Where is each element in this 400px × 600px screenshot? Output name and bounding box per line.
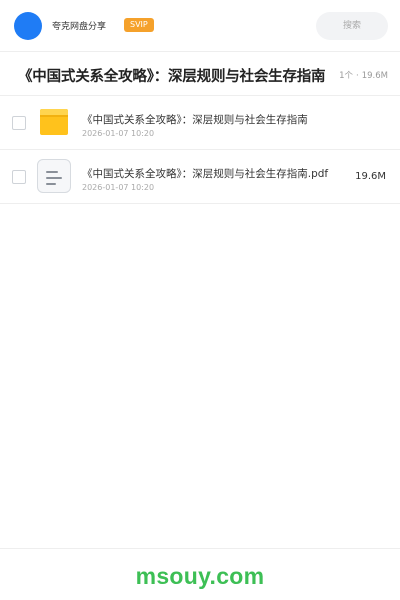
- avatar[interactable]: [14, 12, 42, 40]
- file-size: 19.6M: [355, 171, 386, 182]
- document-icon: [37, 159, 71, 193]
- meta-separator: ·: [356, 71, 359, 81]
- file-date: 2026-01-07 10:20: [82, 129, 155, 138]
- file-name: 《中国式关系全攻略》：深层规则与社会生存指南: [82, 114, 308, 126]
- site-watermark: msouy.com: [135, 563, 265, 589]
- svip-badge: SVIP: [124, 18, 154, 32]
- share-total-size: 19.6M: [361, 71, 388, 81]
- footer-bar: msouy.com: [0, 548, 400, 600]
- folder-icon: [40, 109, 68, 135]
- share-title-bar: 《中国式关系全攻略》：深层规则与社会生存指南 1个 · 19.6M: [0, 52, 400, 96]
- file-row[interactable]: 《中国式关系全攻略》：深层规则与社会生存指南.pdf 2026-01-07 10…: [0, 150, 400, 204]
- search-input[interactable]: 搜索: [316, 12, 388, 40]
- brand-name: 夸克网盘分享: [52, 22, 107, 32]
- file-row[interactable]: 《中国式关系全攻略》：深层规则与社会生存指南 2026-01-07 10:20: [0, 96, 400, 150]
- file-checkbox[interactable]: [12, 170, 26, 184]
- header-bar: 夸克网盘分享 SVIP 搜索: [0, 0, 400, 52]
- page-title: 《中国式关系全攻略》：深层规则与社会生存指南: [18, 69, 326, 85]
- file-checkbox[interactable]: [12, 116, 26, 130]
- share-meta: 1个 · 19.6M: [339, 69, 388, 81]
- file-name: 《中国式关系全攻略》：深层规则与社会生存指南.pdf: [82, 168, 329, 180]
- file-date: 2026-01-07 10:20: [82, 183, 155, 192]
- share-file-count: 1个: [339, 71, 354, 81]
